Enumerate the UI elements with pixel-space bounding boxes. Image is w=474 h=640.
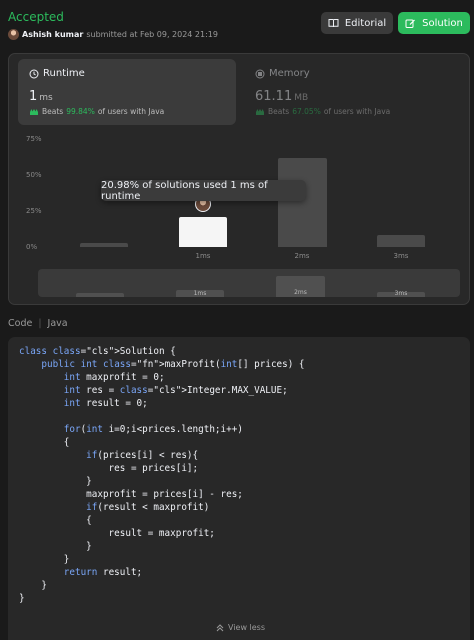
- submission-info: Ashish kumar submitted at Feb 09, 2024 2…: [8, 29, 218, 40]
- code-header-divider: |: [38, 318, 42, 329]
- code-line: if(prices[i] < res){: [86, 450, 199, 461]
- code-language: Java: [47, 318, 68, 329]
- runtime-title: Runtime: [29, 68, 85, 79]
- mini-bar-3ms: 3ms: [377, 290, 425, 297]
- code-line: }: [19, 593, 25, 604]
- memory-number: 61.11: [255, 89, 293, 104]
- memory-icon: [255, 69, 265, 78]
- code-line: class class="cls">Solution {: [19, 346, 176, 357]
- code-line: }: [19, 580, 47, 591]
- runtime-beats: Beats 99.84% of users with Java: [29, 107, 164, 116]
- code-line: return result;: [63, 567, 143, 578]
- code-line: for(int i=0;i<prices.length;i++): [63, 424, 243, 435]
- memory-unit: MB: [294, 93, 309, 103]
- runtime-beats-pct: 99.84%: [66, 107, 95, 116]
- memory-beats-prefix: Beats: [268, 107, 290, 116]
- clock-icon: [29, 69, 39, 78]
- runtime-title-text: Runtime: [43, 68, 85, 79]
- mini-bar-2ms: 2ms: [276, 276, 325, 297]
- chart-tooltip: 20.98% of solutions used 1 ms of runtime: [101, 180, 306, 202]
- code-line: int res = class="cls">Integer.MAX_VALUE;: [63, 385, 288, 396]
- code-line: public int class="fn">maxProfit(int[] pr…: [41, 359, 305, 370]
- chart-bar-0[interactable]: [80, 243, 128, 247]
- chart-bar-2ms[interactable]: [278, 158, 327, 247]
- submission-status: Accepted: [8, 10, 64, 24]
- mini-bar-0: [76, 293, 124, 297]
- mini-bar-1ms: 1ms: [176, 290, 224, 297]
- code-line: }: [19, 476, 92, 487]
- y-tick-25: 25%: [26, 207, 42, 215]
- memory-title-text: Memory: [269, 68, 310, 79]
- runtime-value: 1 ms: [29, 89, 53, 104]
- code-line: {: [19, 515, 92, 526]
- code-line: res = prices[i];: [19, 463, 199, 474]
- code-line: maxprofit = prices[i] - res;: [19, 489, 243, 500]
- memory-title[interactable]: Memory: [255, 68, 310, 79]
- book-icon: [328, 19, 339, 28]
- chevrons-up-icon: [216, 623, 224, 631]
- runtime-beats-suffix: of users with Java: [97, 107, 165, 116]
- y-tick-50: 50%: [26, 171, 42, 179]
- runtime-unit: ms: [39, 93, 53, 103]
- chart-bar-1ms[interactable]: [179, 217, 227, 247]
- editorial-label: Editorial: [344, 17, 387, 29]
- memory-beats-suffix: of users with Java: [323, 107, 391, 116]
- user-name[interactable]: Ashish kumar: [22, 30, 83, 39]
- view-less-label: View less: [228, 623, 266, 632]
- code-label: Code: [8, 318, 33, 329]
- x-label-3ms: 3ms: [393, 252, 409, 260]
- y-tick-0: 0%: [26, 243, 38, 251]
- x-label-2ms: 2ms: [294, 252, 310, 260]
- code-line: result = maxprofit;: [19, 528, 215, 539]
- memory-beats: Beats 67.05% of users with Java: [255, 107, 390, 116]
- code-line: if(result < maxprofit): [86, 502, 210, 513]
- editorial-button[interactable]: Editorial: [321, 12, 393, 34]
- code-line: }: [19, 541, 92, 552]
- code-line: }: [19, 554, 70, 565]
- edit-icon: [405, 19, 416, 28]
- solution-label: Solution: [422, 17, 463, 29]
- solution-button[interactable]: Solution: [398, 12, 470, 34]
- memory-beats-pct: 67.05%: [292, 107, 321, 116]
- code-line: int maxprofit = 0;: [63, 372, 165, 383]
- memory-value: 61.11 MB: [255, 89, 308, 104]
- chart-bar-3ms[interactable]: [377, 235, 425, 247]
- y-tick-75: 75%: [26, 135, 42, 143]
- hands-icon: [256, 108, 264, 115]
- runtime-number: 1: [29, 89, 38, 104]
- submitted-time: submitted at Feb 09, 2024 21:19: [86, 30, 218, 39]
- x-label-1ms: 1ms: [195, 252, 211, 260]
- code-header: Code | Java: [8, 318, 68, 329]
- hands-icon: [30, 108, 38, 115]
- runtime-beats-prefix: Beats: [42, 107, 64, 116]
- view-less-button[interactable]: View less: [216, 623, 265, 632]
- chart-range-selector[interactable]: 1ms 2ms 3ms: [38, 269, 460, 297]
- avatar[interactable]: [8, 29, 19, 40]
- code-line: int result = 0;: [63, 398, 148, 409]
- code-line: {: [19, 437, 70, 448]
